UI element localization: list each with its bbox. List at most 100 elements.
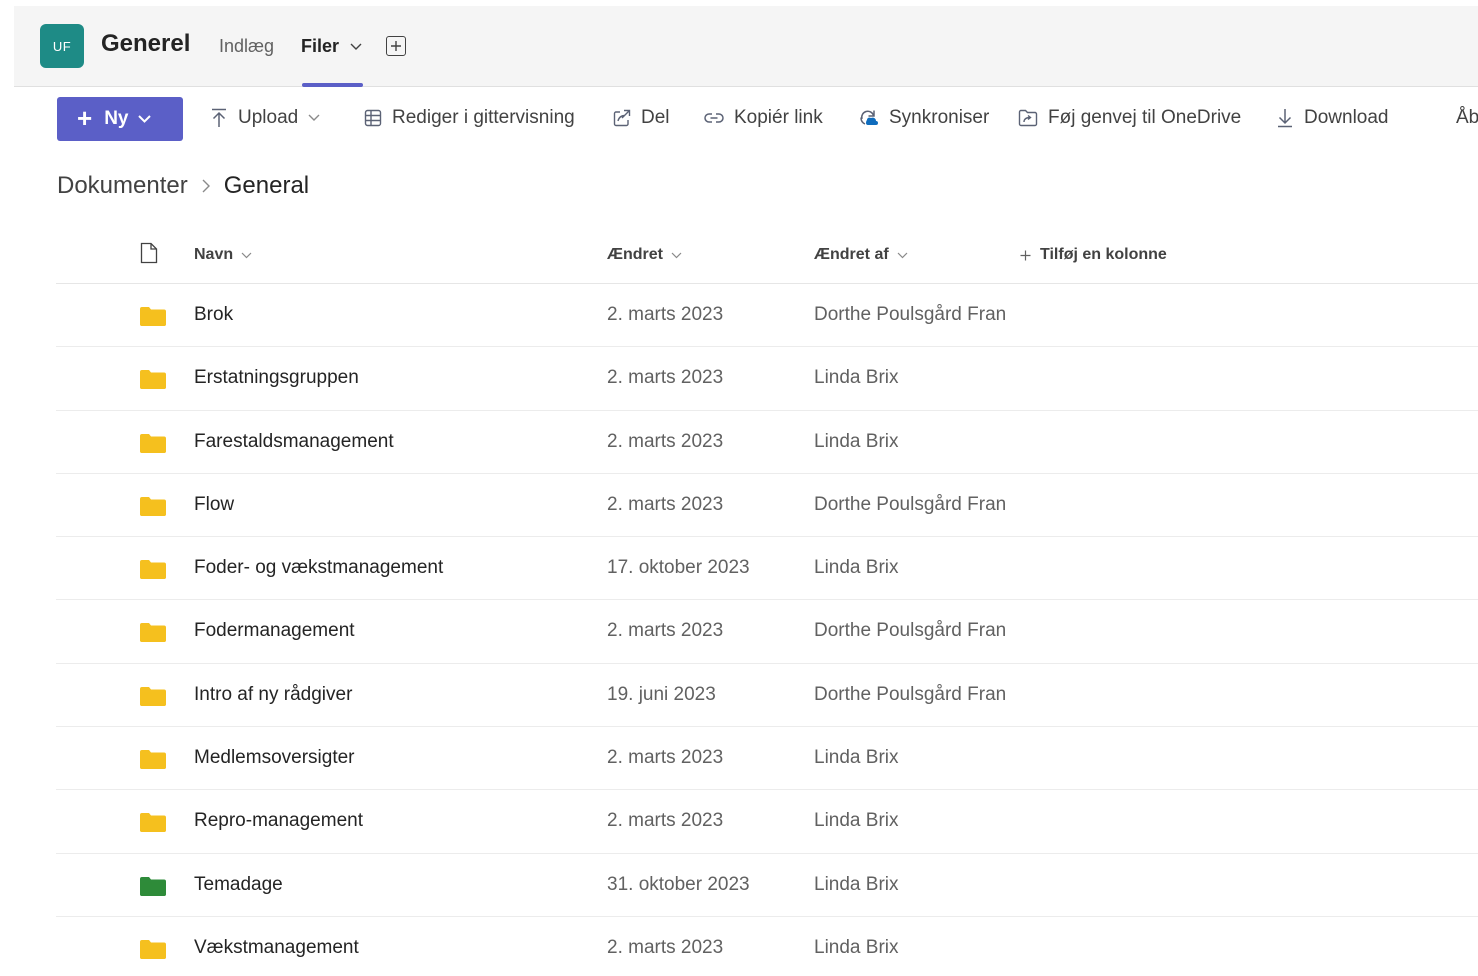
column-header-modified-by[interactable]: Ændret af [814,246,908,264]
table-row[interactable]: Erstatningsgruppen 2. marts 2023 Linda Bri… [56,347,1478,411]
plus-icon [391,41,401,51]
download-label: Download [1304,107,1389,128]
modified-by: Linda Brix [814,810,899,832]
sync-button[interactable]: Synkroniser [857,107,989,129]
open-button[interactable]: Åb [1456,107,1478,129]
copy-link-button[interactable]: Kopiér link [704,107,823,129]
table-row[interactable]: Vækstmanagement 2. marts 2023 Linda Brix [56,917,1478,976]
file-list: Navn Ændret Ændret af Tilføj en kolonne … [56,226,1478,976]
file-name[interactable]: Temadage [194,874,283,896]
column-header-name[interactable]: Navn [194,246,252,264]
folder-icon-front [140,628,166,643]
channel-header: UF Generel Indlæg Filer [14,6,1478,87]
table-row[interactable]: Foder- og vækstmanagement 17. oktober 202… [56,537,1478,601]
column-header-modified-by-label: Ændret af [814,246,889,263]
breadcrumb: Dokumenter General [57,172,309,200]
file-name[interactable]: Erstatningsgruppen [194,367,359,389]
folder-icon [140,307,166,326]
table-row[interactable]: Farestaldsmanagement 2. marts 2023 Linda B… [56,411,1478,474]
modified-date: 19. juni 2023 [607,683,716,705]
column-header-modified[interactable]: Ændret [607,246,682,264]
folder-icon [140,370,166,390]
file-name[interactable]: Farestaldsmanagement [194,431,394,453]
modified-date: 2. marts 2023 [607,430,724,452]
modified-date: 2. marts 2023 [607,620,724,642]
channel-title: Generel [101,30,191,57]
folder-icon [140,686,166,706]
modified-by: Linda Brix [814,936,899,958]
command-bar: + Ny Upload Rediger i gittervisning Del … [0,90,1478,150]
folder-icon-front [140,755,166,770]
table-row[interactable]: Medlemsoversigter 2. marts 2023 Linda Brix [56,727,1478,791]
new-button[interactable]: + Ny [57,97,183,141]
table-header: Navn Ændret Ændret af Tilføj en kolonne [56,226,1478,284]
share-icon [613,109,631,127]
file-name[interactable]: Medlemsoversigter [194,747,355,769]
modified-date: 2. marts 2023 [607,367,724,389]
table-row[interactable]: Repro-management 2. marts 2023 Linda Brix [56,790,1478,854]
sync-label: Synkroniser [889,107,990,128]
add-column-button[interactable]: Tilføj en kolonne [1020,246,1167,264]
copy-link-label: Kopiér link [734,107,823,128]
active-tab-indicator [302,83,363,87]
folder-icon [140,750,166,770]
folder-icon-front [140,312,166,326]
add-shortcut-button[interactable]: Føj genvej til OneDrive [1018,107,1241,129]
modified-by: Dorthe Poulsgård Fran [814,304,1007,325]
modified-date: 2. marts 2023 [607,493,724,515]
chevron-down-icon [671,252,682,258]
onedrive-shortcut-icon [1018,109,1038,127]
tab-files[interactable]: Filer [301,36,362,57]
file-name[interactable]: Brok [194,304,233,326]
folder-icon-front [140,565,166,580]
folder-icon-front [140,691,166,706]
download-icon [1278,109,1292,128]
folder-icon [140,876,166,896]
grid-edit-button[interactable]: Rediger i gittervisning [364,107,575,129]
modified-date: 17. oktober 2023 [607,557,750,579]
file-name[interactable]: Vækstmanagement [194,937,359,959]
folder-icon-front [140,375,166,390]
file-name[interactable]: Repro-management [194,810,363,832]
folder-icon-front [140,818,166,833]
share-button[interactable]: Del [613,107,670,129]
link-icon [704,113,724,123]
folder-icon [140,939,166,959]
chevron-down-icon [350,43,362,51]
open-label: Åb [1456,107,1478,128]
modified-date: 2. marts 2023 [607,810,724,832]
table-row[interactable]: Fodermanagement 2. marts 2023 Dorthe Pouls… [56,600,1478,664]
table-row[interactable]: Flow 2. marts 2023 Dorthe Poulsgård Fran [56,474,1478,538]
team-avatar[interactable]: UF [40,24,84,68]
file-name[interactable]: Fodermanagement [194,620,355,642]
file-name[interactable]: Intro af ny rådgiver [194,684,352,706]
grid-icon [364,109,382,127]
table-row[interactable]: Brok 2. marts 2023 Dorthe Poulsgård Fran [56,284,1478,348]
add-shortcut-label: Føj genvej til OneDrive [1048,107,1242,128]
folder-icon [140,623,166,643]
modified-by: Dorthe Poulsgård Fran [814,683,1007,705]
tab-posts[interactable]: Indlæg [219,36,274,57]
tab-posts-label: Indlæg [219,36,275,56]
table-row[interactable]: Intro af ny rådgiver 19. juni 2023 Dorthe … [56,664,1478,728]
chevron-down-icon [138,115,152,123]
plus-icon: + [77,102,93,133]
modified-by: Linda Brix [814,430,899,452]
add-tab-button[interactable] [386,36,406,56]
modified-date: 2. marts 2023 [607,936,724,958]
file-type-icon[interactable] [140,242,158,264]
file-name[interactable]: Foder- og vækstmanagement [194,557,443,579]
download-button[interactable]: Download [1276,107,1389,129]
column-header-name-label: Navn [194,246,234,263]
table-row[interactable]: Temadage 31. oktober 2023 Linda Brix [56,854,1478,917]
chevron-right-icon [202,179,210,193]
breadcrumb-root[interactable]: Dokumenter [57,172,188,200]
upload-button[interactable]: Upload [210,107,330,129]
file-name[interactable]: Flow [194,494,234,516]
grid-edit-label: Rediger i gittervisning [392,107,575,128]
folder-icon [140,560,166,580]
add-column-label: Tilføj en kolonne [1040,246,1167,263]
column-header-modified-label: Ændret [607,246,663,263]
modified-by: Linda Brix [814,747,899,769]
folder-icon-front [140,438,166,453]
